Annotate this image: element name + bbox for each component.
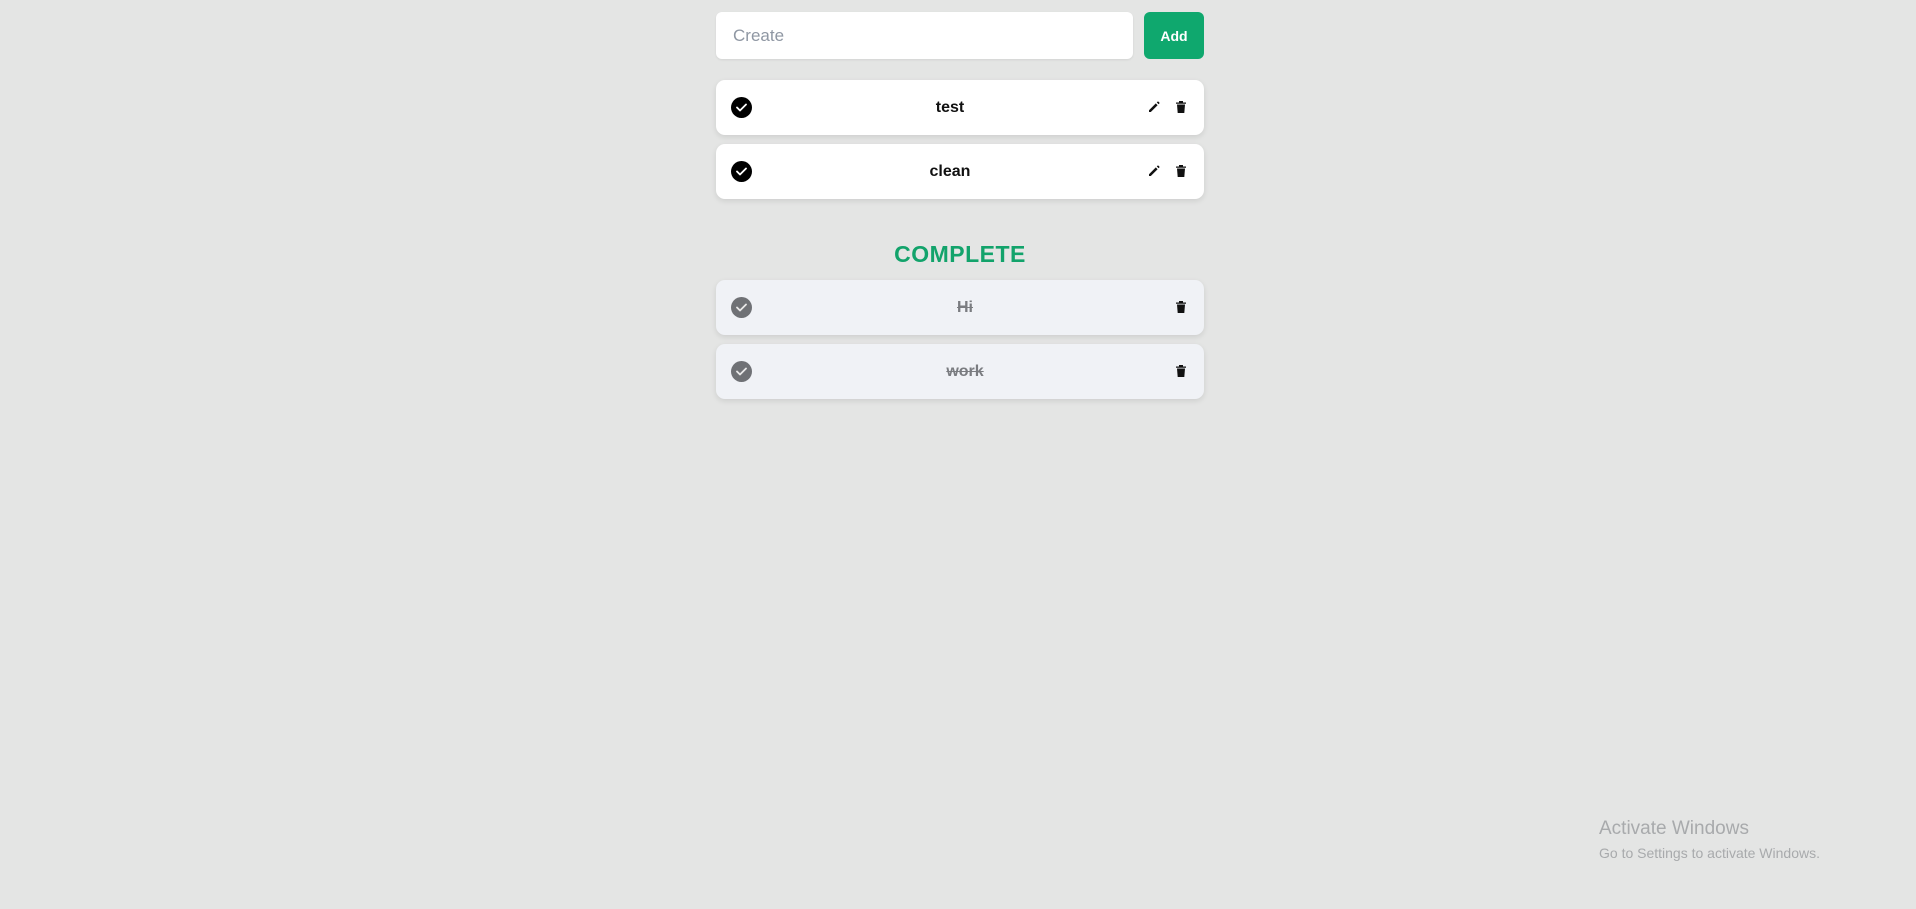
trash-icon[interactable]	[1172, 98, 1190, 116]
pencil-icon[interactable]	[1145, 162, 1163, 180]
check-circle-icon[interactable]	[731, 161, 752, 182]
trash-icon[interactable]	[1172, 162, 1190, 180]
activate-windows-watermark: Activate Windows Go to Settings to activ…	[1599, 817, 1820, 863]
todo-item: clean	[716, 144, 1204, 199]
add-button[interactable]: Add	[1144, 12, 1204, 59]
completed-item-label: work	[946, 363, 984, 380]
completed-item: work	[716, 344, 1204, 399]
create-input[interactable]	[716, 12, 1133, 59]
todo-item-label: clean	[929, 163, 971, 180]
create-form: Add	[716, 12, 1204, 60]
complete-section-title: COMPLETE	[894, 241, 1026, 267]
todo-item-label: test	[935, 99, 965, 116]
pencil-icon[interactable]	[1145, 98, 1163, 116]
todo-app: Add test clean COMPLETE Hi	[0, 0, 1916, 909]
watermark-subtitle: Go to Settings to activate Windows.	[1599, 845, 1820, 861]
completed-item-label: Hi	[957, 299, 973, 316]
trash-icon[interactable]	[1172, 298, 1190, 316]
trash-icon[interactable]	[1172, 362, 1190, 380]
completed-item: Hi	[716, 280, 1204, 335]
check-circle-icon[interactable]	[731, 361, 752, 382]
check-circle-icon[interactable]	[731, 97, 752, 118]
check-circle-icon[interactable]	[731, 297, 752, 318]
todo-item: test	[716, 80, 1204, 135]
watermark-title: Activate Windows	[1599, 818, 1749, 839]
